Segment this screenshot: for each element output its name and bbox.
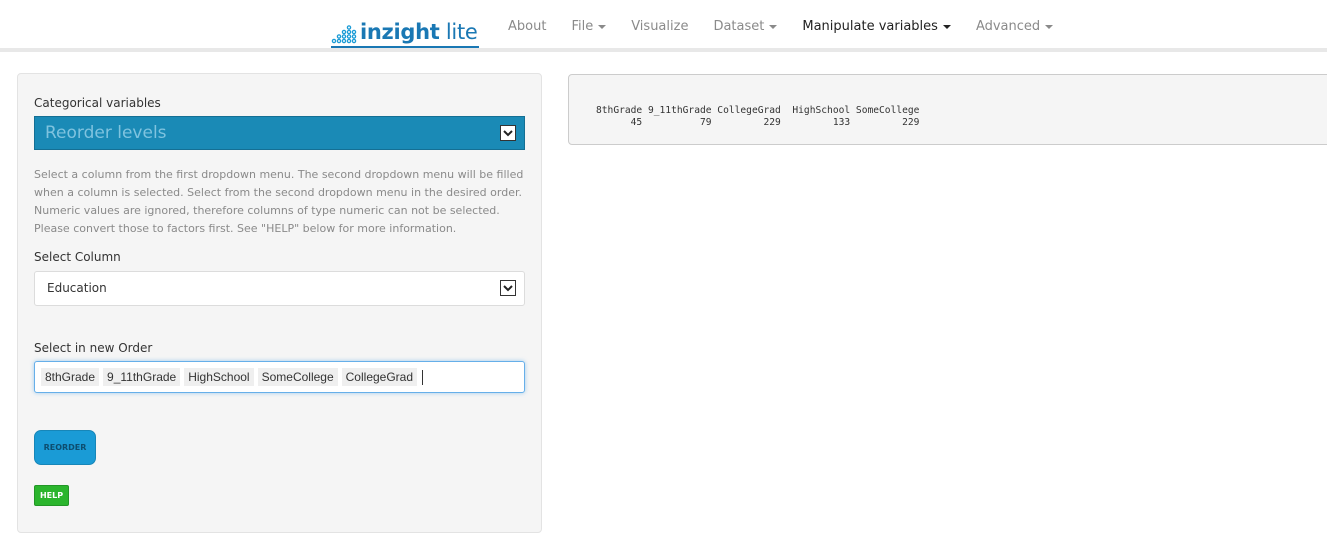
select-order-label: Select in new Order xyxy=(34,341,153,355)
brand-name: inzight lite xyxy=(360,20,478,44)
caret-down-icon xyxy=(598,25,607,29)
order-chip[interactable]: 9_11thGrade xyxy=(103,368,181,386)
navbar: inzight lite About File Visualize Datase… xyxy=(0,0,1327,52)
chevron-down-icon[interactable] xyxy=(500,280,516,296)
nav-advanced[interactable]: Advanced xyxy=(968,19,1061,34)
output-line-header: 8thGrade 9_11thGrade CollegeGrad HighSch… xyxy=(596,105,920,116)
chevron-down-icon[interactable] xyxy=(500,125,516,141)
action-select[interactable]: Reorder levels xyxy=(34,116,525,150)
column-select[interactable]: Education xyxy=(34,271,525,306)
dots-logo-icon xyxy=(331,22,357,44)
sidebar-panel: Categorical variables Reorder levels Sel… xyxy=(17,73,542,533)
order-chip[interactable]: CollegeGrad xyxy=(341,368,418,386)
order-chip[interactable]: HighSchool xyxy=(184,368,254,386)
action-select-value: Reorder levels xyxy=(45,123,167,143)
categorical-variables-label: Categorical variables xyxy=(34,96,161,110)
output-pane: 8thGrade 9_11thGrade CollegeGrad HighSch… xyxy=(568,74,1327,145)
nav-dataset[interactable]: Dataset xyxy=(705,19,785,34)
nav-about[interactable]: About xyxy=(500,19,554,34)
output-line-values: 45 79 229 133 229 xyxy=(596,117,920,128)
main-nav: About File Visualize Dataset Manipulate … xyxy=(500,0,1070,52)
nav-visualize[interactable]: Visualize xyxy=(623,19,696,34)
nav-file[interactable]: File xyxy=(563,19,614,34)
caret-down-icon xyxy=(1045,25,1054,29)
help-description: Select a column from the first dropdown … xyxy=(34,168,524,235)
brand-underline xyxy=(331,46,479,48)
order-chip[interactable]: SomeCollege xyxy=(257,368,338,386)
order-chip[interactable]: 8thGrade xyxy=(41,368,100,386)
help-button[interactable]: HELP xyxy=(34,485,69,506)
column-select-value: Education xyxy=(47,281,107,295)
caret-down-icon xyxy=(942,25,951,29)
text-cursor xyxy=(422,369,424,385)
brand-logo[interactable]: inzight lite xyxy=(331,14,479,48)
select-column-label: Select Column xyxy=(34,250,121,264)
reorder-button[interactable]: REORDER xyxy=(34,430,96,465)
order-multiselect[interactable]: 8thGrade 9_11thGrade HighSchool SomeColl… xyxy=(34,361,525,393)
nav-manipulate-variables[interactable]: Manipulate variables xyxy=(794,19,959,34)
caret-down-icon xyxy=(769,25,778,29)
output-text: 8thGrade 9_11thGrade CollegeGrad HighSch… xyxy=(596,105,919,129)
